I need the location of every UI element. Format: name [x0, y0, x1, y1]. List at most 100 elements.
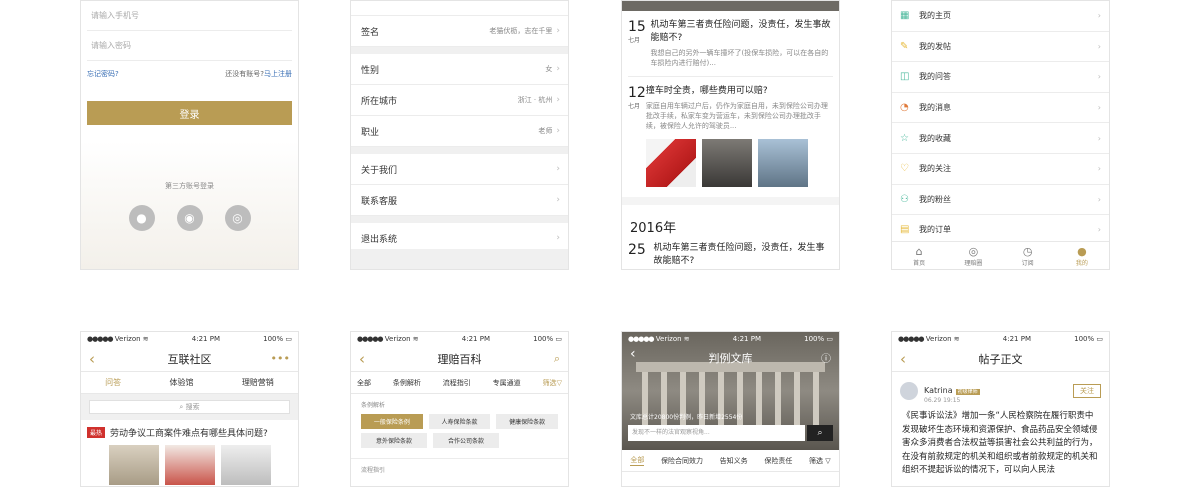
filter-label: 筛选 — [542, 378, 557, 387]
menu-fans[interactable]: ⚇ 我的粉丝 › — [892, 185, 1109, 216]
news-summary: 家庭自用车辆过户后，仍作为家庭自用，未到保险公司办理批改手续，私家车变为营运车，… — [645, 102, 828, 130]
news-screen: 15 七月 机动车第三者责任险问题，没责任，发生事故能赔不? 我想自己的另外一辆车撞… — [621, 0, 840, 270]
menu-qa[interactable]: ◫ 我的问答 › — [892, 62, 1109, 93]
signal-icon: ●●●●● — [357, 335, 384, 343]
back-icon[interactable]: ‹ — [900, 350, 906, 368]
login-button[interactable]: 登录 — [87, 101, 292, 125]
login-screen: 请输入手机号 请输入密码 忘记密码? 还没有账号?马上注册 登录 第三方账号登录… — [80, 0, 299, 270]
cat-rules[interactable]: 条例解析 — [393, 378, 421, 388]
cat-process[interactable]: 流程指引 — [443, 378, 471, 388]
tab-label: 我的 — [1075, 260, 1088, 267]
row-label: 退出系统 — [361, 234, 398, 245]
menu-messages[interactable]: ◔ 我的消息 › — [892, 93, 1109, 124]
tab-liability[interactable]: 保险责任 — [764, 456, 792, 466]
menu-following[interactable]: ♡ 我的关注 › — [892, 154, 1109, 185]
question-image[interactable] — [165, 445, 215, 485]
tag-life[interactable]: 人寿保险条款 — [428, 414, 491, 429]
chevron-right-icon: › — [1097, 103, 1101, 113]
wiki-screen: ●●●●● Verizon ≋ 4:21 PM 100% ▭ ‹ 理赔百科 ⌕ 全部 条… — [350, 331, 569, 487]
tab-validity[interactable]: 保险合同效力 — [661, 456, 703, 466]
news-image[interactable] — [701, 139, 752, 187]
tab-marketing[interactable]: 理赔营销 — [242, 377, 274, 388]
tab-label: 订阅 — [1021, 260, 1034, 267]
row-label: 职业 — [361, 127, 380, 138]
search-icon[interactable]: ⌕ — [807, 425, 833, 441]
settings-row-job[interactable]: 职业 老师 › — [351, 116, 568, 147]
carrier: Verizon — [384, 335, 411, 343]
info-icon[interactable]: ⓘ — [821, 350, 831, 365]
tab-home[interactable]: ⌂ 首页 — [892, 242, 946, 269]
news-summary: 我想自己的另外一辆车撞坏了(投保车损险，可以在各自的车损险内进行赔付)... — [650, 49, 829, 67]
qq-icon[interactable]: ● — [128, 205, 155, 231]
search-icon[interactable]: ⌕ — [554, 352, 560, 366]
time: 4:21 PM — [191, 335, 220, 343]
password-input[interactable]: 请输入密码 — [87, 31, 292, 61]
news-item[interactable]: 12 七月 撞车时全责，哪些费用可以赔? 家庭自用车辆过户后，仍作为家庭自用，未到… — [622, 77, 839, 187]
library-tabs: 全部 保险合同效力 告知义务 保险责任 筛选 ▽ — [622, 450, 839, 472]
question-image[interactable] — [221, 445, 271, 485]
menu-homepage[interactable]: ▦ 我的主页 › — [892, 1, 1109, 32]
news-item[interactable]: 15 七月 机动车第三者责任险问题，没责任，发生事故能赔不? 我想自己的另外一辆车撞… — [622, 11, 839, 68]
menu-label: 我的消息 — [919, 103, 951, 113]
settings-row-support[interactable]: 联系客服 › — [351, 185, 568, 216]
tab-all[interactable]: 全部 — [630, 455, 645, 466]
third-party-login: 第三方账号登录 ● ◉ ◎ — [81, 141, 298, 269]
chevron-right-icon: › — [1097, 41, 1101, 51]
follow-button[interactable]: 关注 — [1073, 384, 1101, 398]
chevron-right-icon: › — [556, 64, 560, 74]
news-day: 25 — [628, 242, 646, 258]
search-input[interactable]: ⌕ 搜索 — [89, 400, 290, 414]
tag-general[interactable]: 一般保险条例 — [361, 414, 423, 429]
divider — [351, 216, 568, 223]
news-image[interactable] — [645, 139, 696, 187]
more-icon[interactable]: ••• — [271, 352, 290, 365]
filter-button[interactable]: 筛选 ▽ — [809, 456, 831, 466]
back-icon[interactable]: ‹ — [89, 350, 95, 368]
settings-row-city[interactable]: 所在城市 浙江 · 杭州 › — [351, 85, 568, 116]
tab-claims[interactable]: ◎ 理赔圈 — [946, 242, 1000, 269]
tab-subscribe[interactable]: ◷ 订阅 — [1001, 242, 1055, 269]
cat-channel[interactable]: 专属通道 — [493, 378, 521, 388]
menu-label: 我的订单 — [919, 225, 951, 235]
question-item[interactable]: 最热 劳动争议工商案件难点有哪些具体问题? — [81, 420, 298, 445]
settings-row-signature[interactable]: 签名 老猫伏枥，志在千里 › — [351, 16, 568, 47]
forgot-password-link[interactable]: 忘记密码? — [87, 69, 119, 79]
battery-level: 100% — [533, 335, 554, 343]
tab-mine[interactable]: ● 我的 — [1055, 242, 1109, 269]
news-image[interactable] — [757, 139, 808, 187]
tab-qa[interactable]: 问答 — [105, 377, 121, 388]
battery-icon: ▭ — [1096, 335, 1103, 343]
settings-row-gender[interactable]: 性别 女 › — [351, 54, 568, 85]
avatar[interactable] — [900, 382, 918, 400]
chevron-right-icon: › — [556, 195, 560, 205]
page-title: 理赔百科 — [437, 352, 482, 366]
tag-health[interactable]: 健康保险条款 — [496, 414, 559, 429]
nav-bar: ‹ 互联社区 ••• — [81, 346, 298, 372]
battery-level: 100% — [1074, 335, 1095, 343]
weibo-icon[interactable]: ◎ — [224, 205, 251, 231]
settings-row-about[interactable]: 关于我们 › — [351, 154, 568, 185]
menu-posts[interactable]: ✎ 我的发帖 › — [892, 32, 1109, 63]
news-item[interactable]: 25 机动车第三者责任险问题，没责任，发生事故能赔不? — [622, 240, 839, 268]
menu-label: 我的收藏 — [919, 133, 951, 143]
tag-accident[interactable]: 意外保险条款 — [361, 433, 427, 448]
filter-button[interactable]: 筛选▽ — [543, 378, 562, 388]
tab-disclosure[interactable]: 告知义务 — [720, 456, 748, 466]
nav-bar: ‹ 帖子正文 — [892, 346, 1109, 372]
library-search-input[interactable]: 发现不一样的法官观察视角... — [628, 425, 805, 441]
third-party-label: 第三方账号登录 — [165, 182, 214, 190]
filler — [351, 249, 568, 269]
community-tabs: 问答 体验馆 理赔营销 — [81, 372, 298, 394]
tab-label: 首页 — [913, 260, 926, 267]
cat-all[interactable]: 全部 — [357, 378, 371, 388]
tag-partner[interactable]: 合作公司条款 — [433, 433, 499, 448]
tab-experience[interactable]: 体验馆 — [169, 377, 193, 388]
news-day: 15 — [628, 19, 646, 35]
wechat-icon[interactable]: ◉ — [176, 205, 203, 231]
menu-favorites[interactable]: ☆ 我的收藏 › — [892, 123, 1109, 154]
register-link[interactable]: 马上注册 — [264, 70, 292, 78]
phone-input[interactable]: 请输入手机号 — [87, 1, 292, 31]
news-month: 七月 — [628, 37, 641, 44]
question-image[interactable] — [109, 445, 159, 485]
back-icon[interactable]: ‹ — [359, 350, 365, 368]
